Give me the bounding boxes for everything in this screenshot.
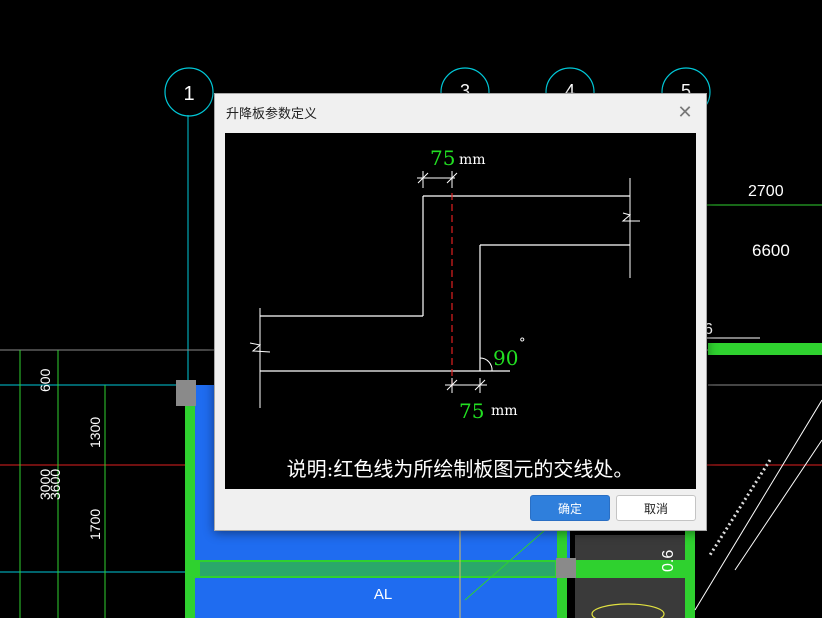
diagram-note: 说明:红色线为所绘制板图元的交线处。	[287, 457, 634, 481]
dimension-text: 3600	[47, 469, 63, 500]
beam[interactable]	[708, 343, 822, 355]
leader-line	[734, 439, 822, 571]
dialog-titlebar[interactable]: 升降板参数定义 ✕	[215, 94, 706, 130]
leader-line	[694, 399, 822, 611]
dimension-text: 1700	[87, 509, 103, 540]
bottom-offset-unit: mm	[491, 403, 518, 419]
top-offset-unit: mm	[459, 152, 486, 168]
slab-offset-dialog: 升降板参数定义 ✕ 75 mm 75 mm 90 ° 说明:红色线为所绘制板图元…	[214, 93, 707, 531]
note-text-rotated	[708, 459, 772, 556]
dimension-text: 1300	[87, 417, 103, 448]
angle-arc	[479, 357, 493, 372]
slope-label: 0.6	[660, 550, 677, 572]
cancel-button[interactable]: 取消	[616, 495, 696, 521]
dimension-text: 6600	[752, 241, 790, 260]
column[interactable]	[556, 558, 576, 578]
top-offset-value[interactable]: 75	[430, 146, 455, 170]
dimension-text: 2700	[748, 183, 784, 200]
beam[interactable]	[185, 380, 195, 618]
bottom-offset-value[interactable]: 75	[459, 399, 484, 423]
grid-bubble-label: 1	[183, 83, 194, 105]
column[interactable]	[176, 380, 196, 406]
dialog-title: 升降板参数定义	[226, 106, 318, 122]
angle-unit: °	[519, 336, 526, 351]
break-symbol	[621, 212, 640, 222]
ok-button[interactable]: 确定	[530, 495, 610, 521]
slab-region[interactable]	[575, 578, 685, 618]
close-icon[interactable]: ✕	[674, 101, 696, 123]
beam[interactable]	[200, 562, 555, 576]
room-label: AL	[374, 586, 392, 603]
slab-offset-diagram: 75 mm 75 mm 90 ° 说明:红色线为所绘制板图元的交线处。	[225, 133, 696, 489]
dimension-text: 600	[37, 368, 53, 392]
angle-value[interactable]: 90	[493, 346, 518, 370]
